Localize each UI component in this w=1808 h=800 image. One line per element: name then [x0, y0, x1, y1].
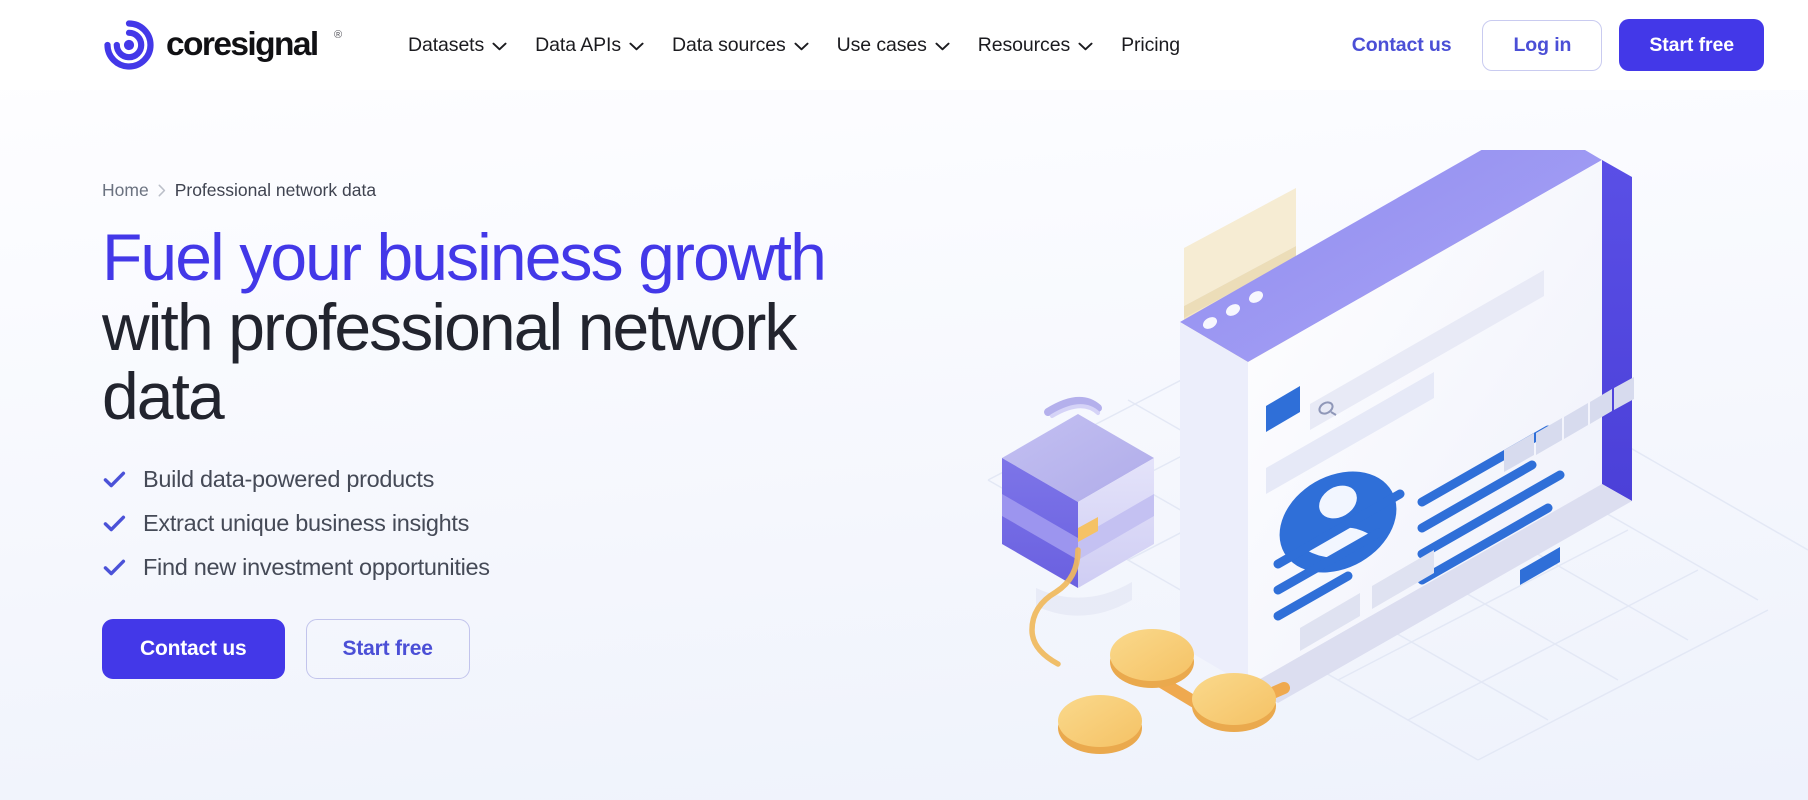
chevron-down-icon — [492, 42, 507, 50]
chat-bubble-bottom — [1382, 357, 1496, 502]
chat-bubble-bottom-avatar — [1555, 395, 1609, 449]
svg-text:®: ® — [334, 29, 342, 41]
chevron-down-icon — [1078, 42, 1093, 50]
chevron-down-icon — [935, 42, 950, 50]
nav-item-label: Datasets — [408, 33, 485, 56]
list-item: Find new investment opportunities — [102, 554, 862, 581]
hero-section: Home Professional network data Fuel your… — [0, 90, 1808, 800]
nav-item-datasets[interactable]: Datasets — [394, 24, 521, 67]
node-left — [1058, 695, 1142, 754]
isometric-grid-floor — [987, 279, 1808, 761]
cable — [1029, 547, 1081, 667]
feature-list: Build data-powered products Extract uniq… — [102, 466, 862, 581]
hero-illustration — [948, 150, 1808, 770]
feature-label: Extract unique business insights — [143, 509, 470, 536]
nav-item-pricing[interactable]: Pricing — [1107, 24, 1194, 67]
header-actions: Contact us Log in Start free — [1338, 19, 1764, 71]
list-item: Build data-powered products — [102, 466, 862, 493]
chat-bubble-back — [1184, 188, 1296, 328]
login-button[interactable]: Log in — [1482, 19, 1603, 71]
nav-item-use-cases[interactable]: Use cases — [823, 24, 964, 67]
nav-item-label: Use cases — [836, 33, 927, 56]
chat-bubble-left-avatar — [1331, 241, 1389, 299]
briefcase — [1002, 397, 1154, 616]
search-icon — [1318, 401, 1337, 416]
main-navigation: Datasets Data APIs Data sources Use case… — [394, 24, 1338, 67]
chip-row — [1504, 377, 1634, 472]
brand-logo-link[interactable]: coresignal ® — [102, 18, 352, 72]
coresignal-spiral-logo-icon — [104, 20, 154, 70]
ellipsis-dots — [1535, 497, 1597, 539]
headline-accent-text: Fuel your business growth — [102, 220, 827, 294]
chat-bubble-right-avatar — [1563, 239, 1621, 297]
coresignal-wordmark: coresignal ® — [166, 26, 342, 63]
hero-cta-row: Contact us Start free — [102, 618, 862, 679]
breadcrumb-home-link[interactable]: Home — [102, 180, 149, 201]
window-dots — [1203, 291, 1263, 329]
node-top — [1110, 629, 1194, 688]
breadcrumb-current-page: Professional network data — [174, 180, 377, 200]
list-item: Extract unique business insights — [102, 510, 862, 537]
nav-item-label: Data sources — [671, 33, 786, 56]
hero-contact-us-button[interactable]: Contact us — [102, 618, 285, 679]
nav-item-label: Data APIs — [535, 33, 621, 56]
isometric-scene — [987, 150, 1808, 761]
breadcrumb: Home Professional network data — [102, 180, 862, 201]
node-right — [1192, 673, 1276, 732]
network-nodes — [1058, 629, 1290, 754]
hero-copy: Home Professional network data Fuel your… — [102, 180, 862, 679]
chevron-right-icon — [158, 184, 165, 197]
feature-label: Build data-powered products — [143, 465, 435, 492]
svg-text:coresignal: coresignal — [166, 26, 318, 63]
headline-rest-text: with professional network data — [102, 289, 797, 434]
profile-text-lines — [1417, 425, 1565, 585]
hero-start-free-button[interactable]: Start free — [305, 618, 470, 679]
chevron-down-icon — [794, 42, 809, 50]
header-contact-us-link[interactable]: Contact us — [1338, 26, 1466, 65]
site-header: coresignal ® Datasets Data APIs Data sou… — [0, 0, 1808, 90]
chevron-down-icon — [629, 42, 644, 50]
nav-item-resources[interactable]: Resources — [964, 24, 1107, 67]
chat-bubbles-with-avatars — [1184, 181, 1621, 539]
page-root: coresignal ® Datasets Data APIs Data sou… — [0, 0, 1808, 800]
page-title: Fuel your business growth with professio… — [102, 220, 862, 434]
check-icon — [103, 559, 126, 576]
nav-item-label: Resources — [977, 33, 1071, 56]
nav-item-data-sources[interactable]: Data sources — [658, 24, 823, 67]
browser-window-profile-card — [1180, 150, 1634, 703]
avatar — [1279, 471, 1397, 573]
chat-bubble-mid-right — [1400, 181, 1514, 326]
check-icon — [103, 515, 126, 532]
check-icon — [103, 471, 126, 488]
chat-bubble-lower-left — [1184, 257, 1298, 402]
nav-item-data-apis[interactable]: Data APIs — [521, 24, 658, 67]
nav-item-label: Pricing — [1121, 33, 1181, 56]
feature-label: Find new investment opportunities — [143, 553, 490, 580]
header-start-free-button[interactable]: Start free — [1619, 19, 1764, 71]
